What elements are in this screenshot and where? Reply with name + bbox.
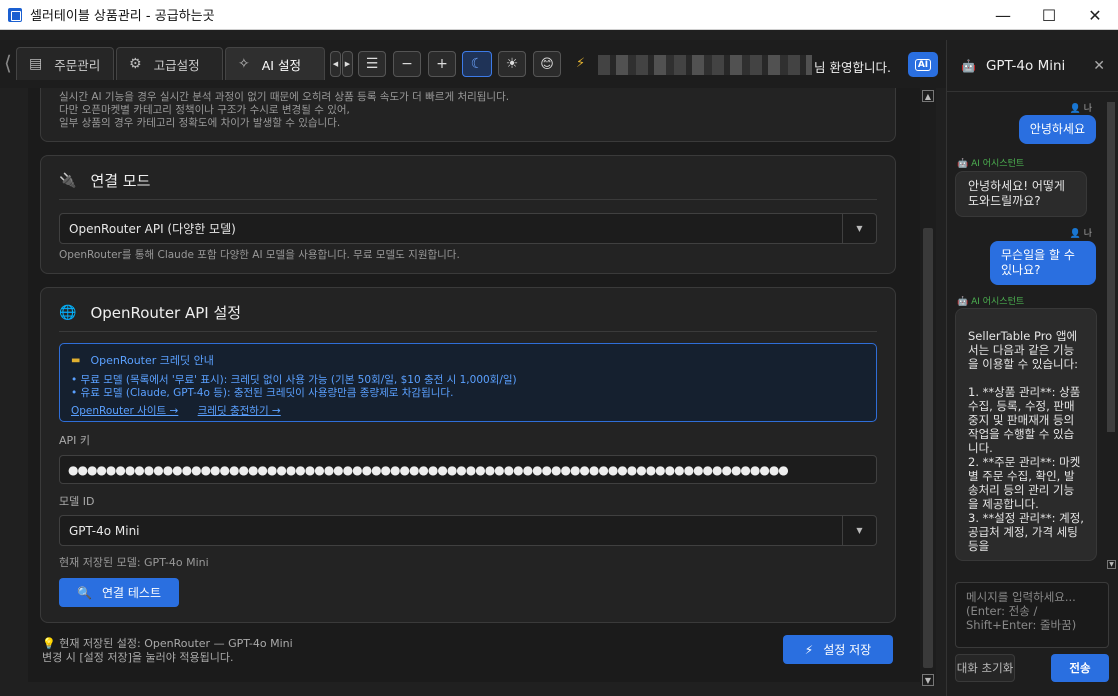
dark-theme-button[interactable]: ☾ (462, 51, 492, 77)
connection-mode-select[interactable]: OpenRouter API (다양한 모델) ▼ (59, 213, 877, 244)
intro-line-3: 일부 상품의 경우 카테고리 정확도에 차이가 발생할 수 있습니다. (59, 117, 341, 129)
api-key-field[interactable]: ●●●●●●●●●●●●●●●●●●●●●●●●●●●●●●●●●●●●●●●●… (59, 455, 877, 484)
tab-ai-label: AI 설정 (261, 57, 301, 73)
connection-mode-title: 연결 모드 (90, 172, 151, 190)
zoom-out-button[interactable]: − (393, 51, 421, 77)
maximize-button[interactable]: ☐ (1026, 0, 1072, 30)
ai-chat-panel: 🤖 GPT-4o Mini ✕ 👤 나 안녕하세요 🤖 AI 어시스턴트 안녕하… (946, 40, 1118, 696)
tab-prev-button[interactable]: ◀ (330, 51, 341, 77)
ai-label: 🤖 AI 어시스턴트 (957, 159, 1025, 169)
api-key-label: API 키 (59, 434, 91, 447)
scroll-down-icon[interactable]: ▼ (922, 674, 934, 686)
connection-test-button[interactable]: 🔍 연결 테스트 (59, 578, 179, 607)
credit-info-box: ▬ OpenRouter 크레딧 안내 • 무료 모델 (목록에서 '무료' 표… (59, 343, 877, 422)
menu-button[interactable]: ☰ (358, 51, 386, 77)
model-id-select[interactable]: GPT-4o Mini ▼ (59, 515, 877, 546)
user-message: 무슨일을 할 수 있나요? (990, 241, 1096, 285)
gear-icon: ⚙ (129, 56, 142, 72)
credit-heading-text: OpenRouter 크레딧 안내 (90, 354, 214, 367)
connection-mode-help: OpenRouter를 통해 Claude 포함 다양한 AI 모델을 사용합니… (59, 249, 460, 261)
ai-chat-toggle-button[interactable]: AI (908, 52, 938, 77)
save-settings-button[interactable]: ⚡ 설정 저장 (783, 635, 893, 664)
credit-paid-line: • 유료 모델 (Claude, GPT-4o 등): 충전된 크레딧이 사용량… (71, 387, 454, 399)
intro-line-1: 실시간 AI 기능을 경우 실시간 분석 과정이 없기 때문에 오히려 상품 등… (59, 91, 510, 103)
openrouter-settings-card: 🌐 OpenRouter API 설정 ▬ OpenRouter 크레딧 안내 … (40, 287, 896, 623)
send-button[interactable]: 전송 (1051, 654, 1109, 682)
tab-next-button[interactable]: ▶ (342, 51, 353, 77)
window-title: 셀러테이블 상품관리 - 공급하는곳 (30, 9, 215, 24)
chevron-down-icon: ▼ (842, 214, 876, 243)
model-id-value: GPT-4o Mini (69, 523, 140, 538)
robot-icon: 🤖 (961, 58, 976, 73)
connection-mode-header: 🔌 연결 모드 (59, 170, 150, 191)
ai-message: 안녕하세요! 어떻게 도와드릴까요? (955, 171, 1087, 217)
chat-model-name: GPT-4o Mini (985, 57, 1066, 74)
ai-label: 🤖 AI 어시스턴트 (957, 297, 1025, 307)
sparkle-icon: ✧ (238, 56, 250, 72)
user-message: 안녕하세요 (1018, 115, 1096, 144)
zoom-in-button[interactable]: + (428, 51, 456, 77)
credit-charge-link[interactable]: 크레딧 충전하기 → (198, 405, 281, 417)
chat-close-button[interactable]: ✕ (1093, 58, 1105, 74)
tab-orders-label: 주문관리 (54, 57, 101, 73)
settings-footer: 💡 현재 저장된 설정: OpenRouter — GPT-4o Mini 변경… (42, 637, 293, 665)
credit-links: OpenRouter 사이트 → 크레딧 충전하기 → (71, 403, 865, 418)
globe-icon: 🌐 (59, 304, 77, 321)
ai-info-card: 실시간 AI 기능을 경우 실시간 분석 과정이 없기 때문에 오히려 상품 등… (40, 88, 896, 142)
tab-ai-settings[interactable]: ✧ AI 설정 (225, 47, 325, 80)
apply-notice: 변경 시 [설정 저장]을 눌러야 적용됩니다. (42, 651, 234, 664)
close-window-button[interactable]: ✕ (1072, 0, 1118, 30)
bolt-icon: ⚡ (576, 56, 586, 71)
ai-message: SellerTable Pro 앱에서는 다음과 같은 기능을 이용할 수 있습… (955, 308, 1097, 561)
card-icon: ▬ (71, 354, 81, 366)
redacted-user-name (598, 55, 812, 75)
magnifier-icon: 🔍 (77, 585, 92, 600)
tab-advanced-label: 고급설정 (153, 57, 200, 73)
connection-test-label: 연결 테스트 (101, 586, 161, 600)
ai-settings-panel: 실시간 AI 기능을 경우 실시간 분석 과정이 없기 때문에 오히려 상품 등… (28, 88, 920, 682)
app-logo-icon (8, 7, 22, 22)
connection-mode-value: OpenRouter API (다양한 모델) (69, 222, 236, 236)
title-bar: 셀러테이블 상품관리 - 공급하는곳 — ☐ ✕ (0, 0, 1118, 30)
user-label: 👤 나 (1069, 229, 1092, 239)
intro-line-2: 다만 오픈마켓별 카테고리 정책이나 구조가 수시로 변경될 수 있어, (59, 104, 350, 116)
divider (59, 331, 877, 332)
openrouter-title: OpenRouter API 설정 (90, 304, 242, 322)
divider (59, 199, 877, 200)
bulb-icon: 💡 (42, 637, 56, 650)
chat-scroll-down-icon[interactable]: ▼ (1107, 560, 1116, 569)
ai-chat-icon: AI (914, 58, 932, 71)
connection-mode-card: 🔌 연결 모드 OpenRouter API (다양한 모델) ▼ OpenRo… (40, 155, 896, 274)
light-theme-button[interactable]: ☀ (498, 51, 526, 77)
model-id-label: 모델 ID (59, 495, 95, 508)
reset-chat-button[interactable]: 대화 초기화 (955, 654, 1015, 682)
clipboard-icon: ▤ (29, 56, 43, 72)
scroll-thumb[interactable] (923, 228, 933, 668)
bolt-icon: ⚡ (804, 642, 814, 657)
minimize-button[interactable]: — (980, 0, 1026, 30)
chat-scrollbar[interactable] (1106, 98, 1116, 568)
scroll-up-icon[interactable]: ▲ (922, 90, 934, 102)
credit-free-line: • 무료 모델 (목록에서 '무료' 표시): 크레딧 없이 사용 가능 (기본… (71, 374, 517, 386)
saved-setting-text: 현재 저장된 설정: OpenRouter — GPT-4o Mini (59, 637, 293, 650)
tab-advanced-settings[interactable]: ⚙ 고급설정 (116, 47, 223, 80)
user-label: 👤 나 (1069, 104, 1092, 114)
save-settings-label: 설정 저장 (823, 643, 872, 657)
chevron-down-icon: ▼ (842, 516, 876, 545)
emoji-button[interactable]: 😊 (533, 51, 561, 77)
saved-setting-line: 💡 현재 저장된 설정: OpenRouter — GPT-4o Mini (42, 637, 293, 651)
plug-icon: 🔌 (59, 172, 77, 189)
credit-info-heading: ▬ OpenRouter 크레딧 안내 (71, 352, 865, 368)
current-model-text: 현재 저장된 모델: GPT-4o Mini (59, 556, 209, 569)
chat-message-input[interactable]: 메시지를 입력하세요... (Enter: 전송 / Shift+Enter: … (955, 582, 1109, 648)
tab-scroll-left-icon[interactable]: ⟨ (4, 48, 14, 78)
openrouter-header: 🌐 OpenRouter API 설정 (59, 302, 241, 323)
chat-header: 🤖 GPT-4o Mini ✕ (947, 40, 1118, 92)
welcome-text: 님 환영합니다. (814, 60, 891, 75)
ai-long-message-wrap: SellerTable Pro 앱에서는 다음과 같은 기능을 이용할 수 있습… (955, 308, 1097, 570)
tab-orders[interactable]: ▤ 주문관리 (16, 47, 114, 80)
main-scrollbar[interactable]: ▲ ▼ (920, 88, 936, 686)
openrouter-site-link[interactable]: OpenRouter 사이트 → (71, 405, 178, 417)
chat-scroll-thumb[interactable] (1107, 102, 1115, 432)
